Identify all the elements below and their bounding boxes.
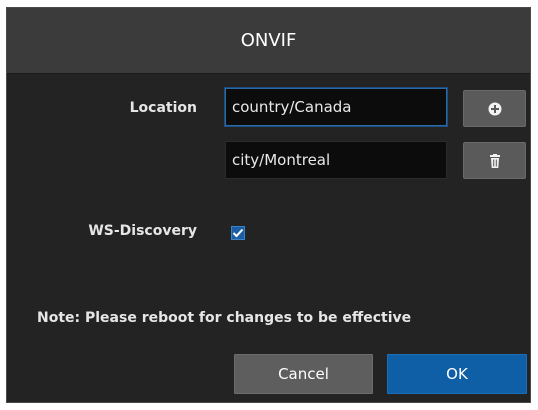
trash-icon — [489, 153, 500, 168]
checkmark-icon — [232, 228, 244, 238]
reboot-note: Note: Please reboot for changes to be ef… — [37, 310, 412, 326]
ws-discovery-label: WS-Discovery — [88, 223, 197, 239]
add-location-button[interactable] — [463, 90, 526, 127]
delete-location-button[interactable] — [463, 142, 526, 179]
dialog-titlebar: ONVIF — [7, 8, 530, 74]
location-label: Location — [129, 100, 197, 116]
location-input-city[interactable] — [225, 141, 447, 179]
ok-button[interactable]: OK — [387, 354, 527, 394]
onvif-dialog: ONVIF Location WS-Discovery Note: Please… — [6, 7, 531, 403]
ws-discovery-checkbox[interactable] — [231, 226, 245, 240]
location-input-country[interactable] — [225, 88, 447, 126]
dialog-title: ONVIF — [240, 30, 297, 51]
plus-circle-icon — [488, 102, 501, 115]
cancel-button[interactable]: Cancel — [234, 354, 373, 394]
